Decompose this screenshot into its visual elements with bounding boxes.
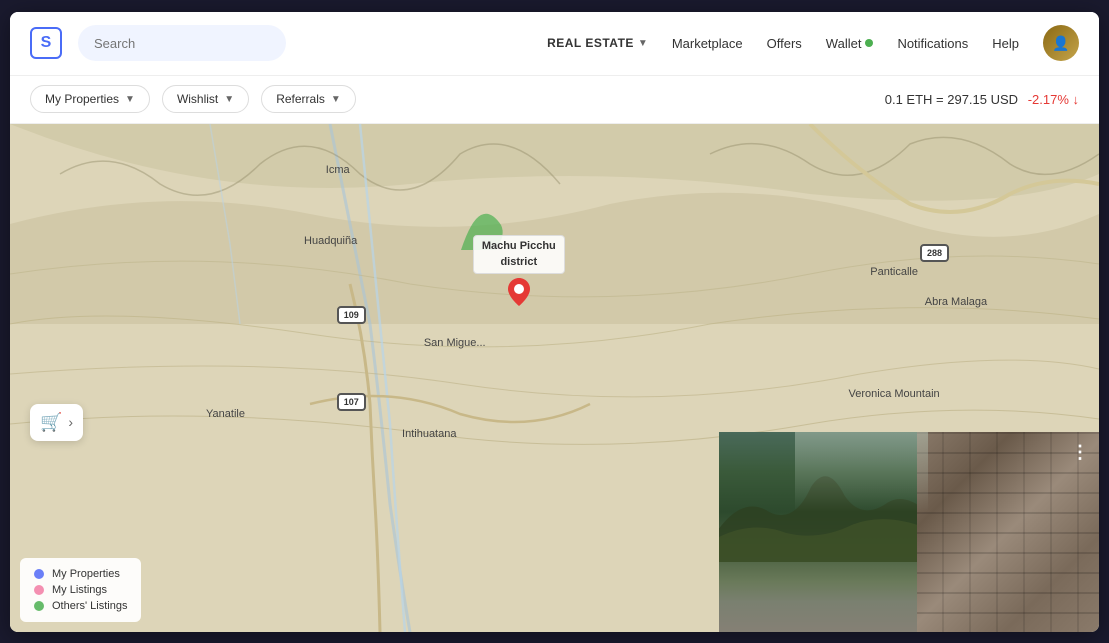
cart-expand-icon: › — [68, 414, 73, 430]
top-nav: S REAL ESTATE ▼ Marketplace Offers Walle… — [10, 12, 1099, 76]
referrals-dropdown[interactable]: Referrals ▼ — [261, 85, 356, 113]
nav-wallet[interactable]: Wallet — [826, 36, 874, 51]
wishlist-dropdown[interactable]: Wishlist ▼ — [162, 85, 249, 113]
location-label: Machu Picchu district — [473, 235, 565, 274]
nav-marketplace[interactable]: Marketplace — [672, 36, 743, 51]
referrals-chevron-icon: ▼ — [331, 94, 341, 105]
route-marker-109: 109 — [337, 306, 366, 324]
cart-panel[interactable]: 🛒 › — [30, 404, 83, 441]
legend-item-others-listings: Others' Listings — [34, 600, 127, 612]
sky-area — [795, 432, 928, 512]
wallet-status-dot — [865, 39, 873, 47]
photo-overlay: ⋮ — [719, 432, 1099, 632]
nav-notifications[interactable]: Notifications — [897, 36, 968, 51]
legend-dot-my-properties — [34, 569, 44, 579]
map-container[interactable]: Icma Huadquiña San Migue... Yanatile Int… — [10, 124, 1099, 632]
photo-more-button[interactable]: ⋮ — [1071, 442, 1089, 463]
photo-image — [719, 432, 1099, 632]
wishlist-chevron-icon: ▼ — [224, 94, 234, 105]
app-logo[interactable]: S — [30, 27, 62, 59]
legend-item-my-properties: My Properties — [34, 568, 127, 580]
legend-dot-others-listings — [34, 601, 44, 611]
cart-icon: 🛒 — [40, 412, 62, 433]
legend-panel: My Properties My Listings Others' Listin… — [20, 558, 141, 622]
real-estate-arrow-icon: ▼ — [638, 38, 648, 49]
eth-change-indicator: -2.17% ↓ — [1028, 92, 1079, 107]
my-properties-chevron-icon: ▼ — [125, 94, 135, 105]
location-pin-group: Machu Picchu district — [473, 235, 565, 306]
map-pin — [508, 278, 530, 306]
eth-display: 0.1 ETH = 297.15 USD -2.17% ↓ — [885, 92, 1079, 107]
my-properties-dropdown[interactable]: My Properties ▼ — [30, 85, 150, 113]
legend-dot-my-listings — [34, 585, 44, 595]
route-marker-288: 288 — [920, 244, 949, 262]
sub-nav: My Properties ▼ Wishlist ▼ Referrals ▼ 0… — [10, 76, 1099, 124]
nav-real-estate[interactable]: REAL ESTATE ▼ — [547, 36, 648, 50]
legend-item-my-listings: My Listings — [34, 584, 127, 596]
user-avatar[interactable]: 👤 — [1043, 25, 1079, 61]
nav-offers[interactable]: Offers — [767, 36, 802, 51]
nav-links: REAL ESTATE ▼ Marketplace Offers Wallet … — [547, 25, 1079, 61]
browser-window: S REAL ESTATE ▼ Marketplace Offers Walle… — [10, 12, 1099, 632]
sub-nav-left: My Properties ▼ Wishlist ▼ Referrals ▼ — [30, 85, 356, 113]
route-marker-107: 107 — [337, 393, 366, 411]
search-input[interactable] — [78, 25, 286, 61]
nav-help[interactable]: Help — [992, 36, 1019, 51]
